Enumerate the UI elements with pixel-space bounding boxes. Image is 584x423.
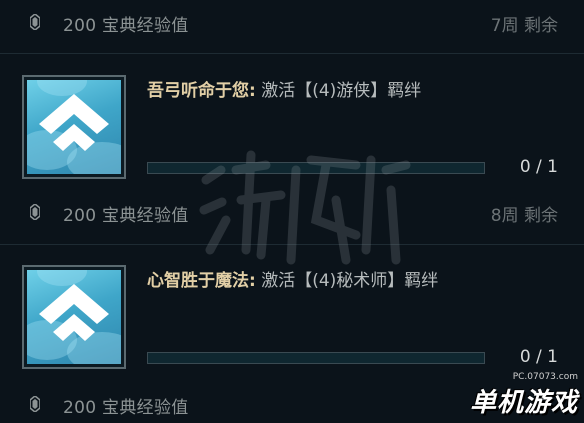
brand-name: 单机游戏 xyxy=(469,388,578,418)
progress-count: 0 / 1 xyxy=(519,157,558,177)
divider xyxy=(0,244,584,245)
gem-icon xyxy=(30,14,40,30)
progress-bar xyxy=(147,162,485,174)
mission-description: 激活【(4)游侠】羁绊 xyxy=(261,81,422,101)
mission-name: 心智胜于魔法: xyxy=(147,271,256,291)
gem-icon xyxy=(30,396,40,412)
time-remaining: 7周 剩余 xyxy=(490,16,558,36)
reward-text: 200 宝典经验值 xyxy=(63,16,189,36)
brand-url: PC.07073.com xyxy=(512,372,578,382)
reward-row: 200 宝典经验值 7周 剩余 xyxy=(0,7,584,37)
mission-card[interactable]: 吾弓听命于您: 激活【(4)游侠】羁绊 0 / 1 xyxy=(0,75,584,205)
gem-icon xyxy=(30,204,40,220)
progress-count: 0 / 1 xyxy=(519,347,558,367)
reward-row: 200 宝典经验值 8周 剩余 xyxy=(0,197,584,227)
chevron-up-emblem-icon xyxy=(27,80,121,174)
divider xyxy=(0,53,584,54)
time-remaining: 8周 剩余 xyxy=(490,206,558,226)
progress-bar xyxy=(147,352,485,364)
mission-title: 心智胜于魔法: 激活【(4)秘术师】羁绊 xyxy=(147,266,438,291)
brand-watermark: PC.07073.com 单机游戏 xyxy=(470,372,578,419)
mission-list: 200 宝典经验值 7周 剩余 吾弓听命于您: 激活【(4)游侠】羁绊 0 / … xyxy=(0,0,584,423)
reward-text: 200 宝典经验值 xyxy=(63,398,189,418)
mission-icon-frame xyxy=(22,265,126,369)
mission-title: 吾弓听命于您: 激活【(4)游侠】羁绊 xyxy=(147,76,421,101)
mission-icon-frame xyxy=(22,75,126,179)
chevron-up-emblem-icon xyxy=(27,270,121,364)
reward-text: 200 宝典经验值 xyxy=(63,206,189,226)
mission-description: 激活【(4)秘术师】羁绊 xyxy=(261,271,439,291)
mission-name: 吾弓听命于您: xyxy=(147,81,256,101)
